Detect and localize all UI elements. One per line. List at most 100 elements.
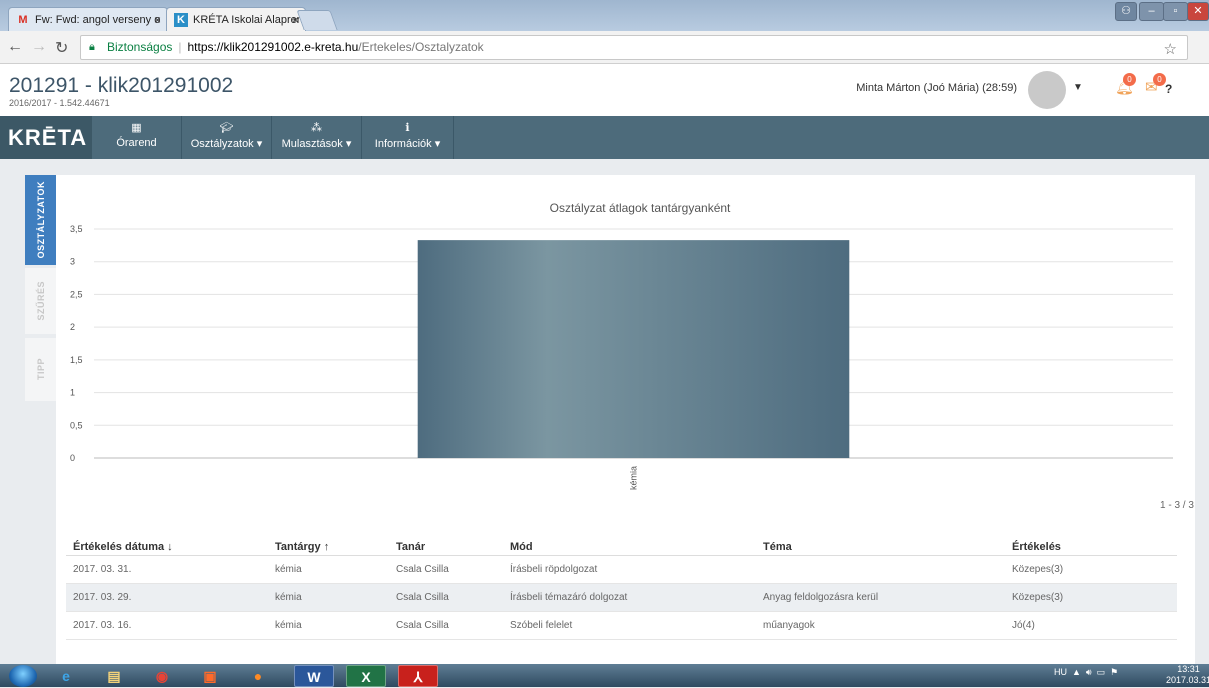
y-tick-label: 0: [70, 453, 75, 463]
firefox-icon[interactable]: ●: [238, 665, 278, 687]
cell-subject: kémia: [275, 592, 302, 603]
secure-label: Biztonságos: [107, 40, 173, 54]
y-tick-label: 0,5: [70, 420, 83, 430]
browser-tabstrip: M Fw: Fwd: angol verseny o × K KRÉTA Isk…: [0, 0, 1209, 31]
cell-mode: Szóbeli felelet: [510, 620, 573, 631]
reload-icon[interactable]: ↻: [55, 38, 68, 58]
tab-title: KRÉTA Iskolai Alaprends: [193, 14, 306, 26]
avatar[interactable]: [1028, 71, 1066, 109]
word-icon[interactable]: W: [294, 665, 334, 687]
sidetab-label: SZŰRÉS: [35, 281, 46, 321]
cell-subject: kémia: [275, 564, 302, 575]
chart-bar[interactable]: [417, 240, 850, 458]
nav-informaciok[interactable]: ℹ Információk ▾: [362, 116, 454, 159]
column-header-grade[interactable]: Értékelés: [1012, 541, 1061, 553]
cell-teacher: Csala Csilla: [396, 564, 449, 575]
internet-explorer-icon[interactable]: e: [46, 665, 86, 687]
sidetab-tipp[interactable]: TIPP: [25, 338, 56, 401]
column-header-date[interactable]: Értékelés dátuma ↓: [73, 541, 173, 553]
cell-teacher: Csala Csilla: [396, 592, 449, 603]
browser-tab-kreta[interactable]: K KRÉTA Iskolai Alaprends ×: [166, 7, 306, 31]
y-tick-label: 2: [70, 322, 75, 332]
nav-label: Osztályzatok ▾: [190, 138, 263, 150]
graduation-cap-icon: 🎓︎: [219, 122, 234, 134]
back-arrow-icon[interactable]: ←: [7, 38, 23, 56]
spinner-icon: ⁂: [311, 122, 322, 134]
gmail-icon: M: [18, 14, 28, 26]
app-header: 201291 - klik201291002 2016/2017 - 1.542…: [0, 64, 1209, 116]
chevron-down-icon[interactable]: ▼: [1073, 82, 1083, 93]
cell-grade: Jó(4): [1012, 620, 1035, 631]
cell-teacher: Csala Csilla: [396, 620, 449, 631]
cell-mode: Írásbeli témazáró dolgozat: [510, 592, 628, 603]
chrome-icon[interactable]: ◉: [142, 665, 182, 687]
kreta-logo[interactable]: KRĒTA: [0, 116, 92, 159]
cell-subject: kémia: [275, 620, 302, 631]
cell-grade: Közepes(3): [1012, 592, 1064, 603]
windows-taskbar: e ▤ ◉ ▣ ● W X ⅄ HU ▲ 🔊︎ ▭ ⚑ 13:31 2017.0…: [0, 664, 1209, 687]
new-tab-button[interactable]: [296, 10, 338, 30]
chart-title: Osztályzat átlagok tantárgyanként: [550, 201, 731, 215]
info-icon: ℹ: [405, 122, 410, 134]
y-tick-label: 2,5: [70, 289, 83, 299]
start-button[interactable]: [9, 665, 37, 687]
table-row[interactable]: 2017. 03. 31. kémia Csala Csilla Írásbel…: [66, 556, 1177, 584]
close-tab-icon[interactable]: ×: [154, 8, 161, 31]
nav-osztalyzatok[interactable]: 🎓︎ Osztályzatok ▾: [182, 116, 272, 159]
excel-icon[interactable]: X: [346, 665, 386, 687]
clock-date: 2017.03.31: [1166, 675, 1209, 685]
browser-toolbar: ← → ↻ 🔒︎ Biztonságos | https://klik2012910…: [0, 31, 1209, 64]
page-title: 201291 - klik201291002: [9, 74, 234, 97]
column-header-topic[interactable]: Téma: [763, 541, 792, 553]
column-header-teacher[interactable]: Tanár: [396, 541, 425, 553]
clock-time: 13:31: [1177, 664, 1200, 674]
nav-mulasztasok[interactable]: ⁂ Mulasztások ▾: [272, 116, 362, 159]
taskbar-clock[interactable]: 13:31 2017.03.31: [1166, 664, 1209, 686]
y-tick-label: 1,5: [70, 355, 83, 365]
cell-grade: Közepes(3): [1012, 564, 1064, 575]
column-header-subject[interactable]: Tantárgy ↑: [275, 541, 329, 553]
tab-title: Fw: Fwd: angol verseny o: [35, 14, 161, 26]
y-tick-label: 3: [70, 257, 75, 267]
file-explorer-icon[interactable]: ▤: [94, 665, 134, 687]
user-name[interactable]: Minta Márton (Joó Mária) (28:59): [856, 82, 1017, 94]
minimize-window-button[interactable]: –: [1139, 2, 1164, 21]
pagination-info: 1 - 3 / 3: [1160, 500, 1194, 511]
url-path: /Ertekeles/Osztalyzatok: [358, 40, 484, 54]
system-tray[interactable]: HU ▲ 🔊︎ ▭ ⚑: [1054, 667, 1118, 678]
acrobat-icon[interactable]: ⅄: [398, 665, 438, 687]
sidetab-szures[interactable]: SZŰRÉS: [25, 268, 56, 334]
cell-date: 2017. 03. 16.: [73, 620, 132, 631]
grade-average-chart: Osztályzat átlagok tantárgyanként 0 0,5 1 1…: [70, 201, 1173, 490]
browser-tab-mail[interactable]: M Fw: Fwd: angol verseny o ×: [8, 7, 168, 31]
address-bar-input[interactable]: 🔒︎ Biztonságos | https://klik201291002.e-k…: [80, 35, 1188, 60]
cell-topic: Anyag feldolgozásra kerül: [763, 592, 879, 603]
nav-label: Információk ▾: [374, 138, 441, 150]
media-player-icon[interactable]: ▣: [190, 665, 230, 687]
y-tick-label: 3,5: [70, 224, 83, 234]
language-indicator[interactable]: HU: [1054, 667, 1067, 677]
close-window-button[interactable]: ✕: [1187, 2, 1209, 21]
cell-mode: Írásbeli röpdolgozat: [510, 564, 598, 575]
main-navbar: KRĒTA ▦ Órarend 🎓︎ Osztályzatok ▾ ⁂ Mula…: [0, 116, 1209, 159]
bookmark-star-icon[interactable]: ☆: [1164, 38, 1177, 59]
user-profile-button[interactable]: ⚇: [1115, 2, 1137, 21]
nav-orarend[interactable]: ▦ Órarend: [92, 116, 182, 159]
table-row[interactable]: 2017. 03. 29. kémia Csala Csilla Írásbel…: [66, 584, 1177, 612]
lock-icon: 🔒︎: [89, 41, 95, 53]
column-header-mode[interactable]: Mód: [510, 541, 533, 553]
table-row[interactable]: 2017. 03. 16. kémia Csala Csilla Szóbeli…: [66, 612, 1177, 640]
notification-count: 0: [1123, 73, 1136, 86]
message-icon[interactable]: ✉ 0: [1145, 73, 1167, 100]
nav-label: Mulasztások ▾: [281, 138, 352, 150]
forward-arrow-icon[interactable]: →: [31, 38, 47, 56]
sidetab-osztalyzatok[interactable]: OSZTÁLYZATOK: [25, 175, 56, 265]
kreta-favicon-icon: K: [174, 13, 188, 27]
help-button[interactable]: ?: [1165, 82, 1172, 96]
cell-date: 2017. 03. 31.: [73, 564, 132, 575]
school-year-subtitle: 2016/2017 - 1.542.44671: [9, 98, 110, 108]
notification-bell-icon[interactable]: 🔔︎ 0: [1115, 73, 1137, 100]
sidetab-label: OSZTÁLYZATOK: [35, 181, 46, 259]
nav-label: Órarend: [116, 137, 157, 149]
maximize-window-button[interactable]: ▫: [1163, 2, 1188, 21]
